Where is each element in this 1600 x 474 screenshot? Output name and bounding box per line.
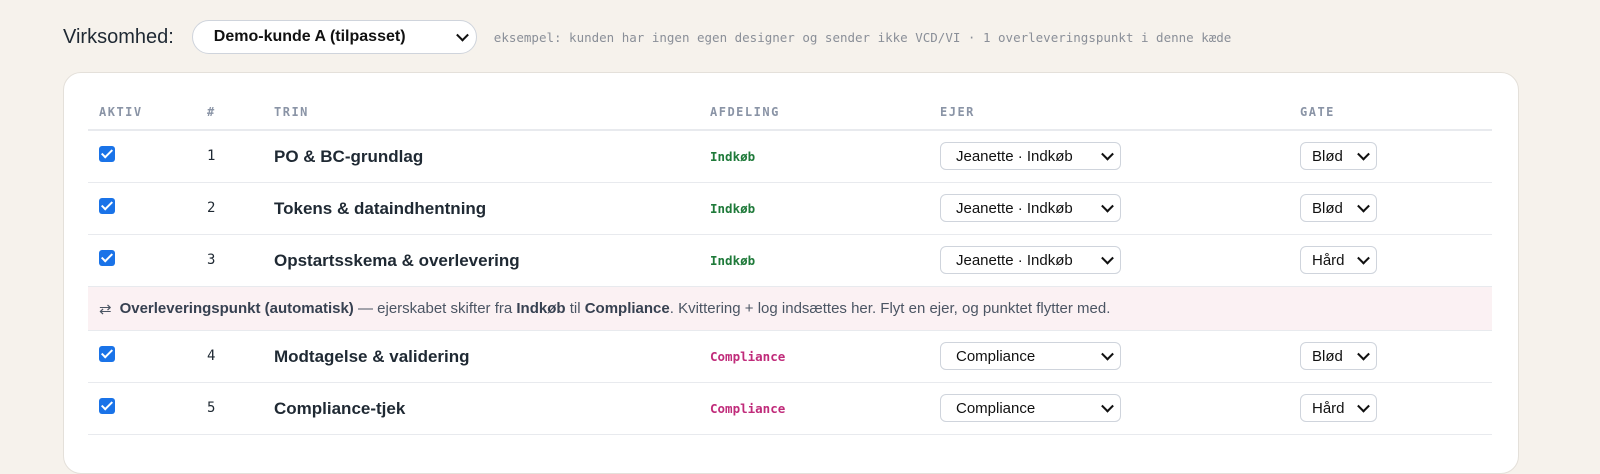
table-row: 4 Modtagelse & validering Compliance Com…	[88, 331, 1492, 383]
owner-select[interactable]: Jeanette · Indkøb	[940, 246, 1121, 274]
step-number: 3	[207, 252, 216, 268]
owner-select-value: Compliance	[956, 347, 1036, 365]
chevron-down-icon	[455, 28, 469, 42]
gate-select-value: Blød	[1312, 199, 1343, 217]
handoff-text-3: . Kvittering + log indsættes her. Flyt e…	[669, 300, 1111, 317]
handoff-from: Indkøb	[516, 300, 566, 317]
active-checkbox[interactable]	[99, 346, 115, 362]
table-row: 2 Tokens & dataindhentning Indkøb Jeanet…	[88, 183, 1492, 235]
owner-select[interactable]: Jeanette · Indkøb	[940, 194, 1121, 222]
active-checkbox[interactable]	[99, 198, 115, 214]
table-row: 1 PO & BC-grundlag Indkøb Jeanette · Ind…	[88, 131, 1492, 183]
company-select[interactable]: Demo-kunde A (tilpasset)	[191, 20, 477, 54]
gate-select[interactable]: Blød	[1300, 194, 1377, 222]
gate-select-value: Blød	[1312, 347, 1343, 365]
step-number: 4	[207, 348, 216, 364]
header-owner: EJER	[940, 105, 975, 119]
header-step: TRIN	[274, 105, 309, 119]
owner-select-value: Compliance	[956, 399, 1036, 417]
chevron-down-icon	[1357, 347, 1370, 361]
department-tag: Indkøb	[710, 201, 756, 216]
gate-select-value: Blød	[1312, 147, 1343, 165]
table-header: AKTIV # TRIN AFDELING EJER GATE	[88, 73, 1492, 131]
gate-select-value: Hård	[1312, 399, 1345, 417]
table-row: 5 Compliance-tjek Compliance Compliance …	[88, 383, 1492, 435]
company-hint: eksempel: kunden har ingen egen designer…	[493, 29, 1232, 45]
header-gate: GATE	[1300, 105, 1335, 119]
handoff-point-row: ⇄ Overleveringspunkt (automatisk) — ejer…	[88, 287, 1492, 331]
department-tag: Indkøb	[710, 149, 756, 164]
step-number: 1	[207, 148, 216, 164]
active-checkbox[interactable]	[99, 146, 115, 162]
header-active: AKTIV	[99, 105, 143, 119]
chevron-down-icon	[1101, 147, 1114, 161]
step-name: Opstartsskema & overlevering	[274, 251, 520, 270]
company-select-value: Demo-kunde A (tilpasset)	[213, 28, 406, 45]
handoff-title: Overleveringspunkt (automatisk)	[119, 300, 354, 317]
step-name: Compliance-tjek	[274, 399, 406, 418]
header-num: #	[207, 105, 216, 119]
chevron-down-icon	[1101, 251, 1114, 265]
handoff-description: Overleveringspunkt (automatisk) — ejersk…	[120, 300, 1111, 317]
active-checkbox[interactable]	[99, 250, 115, 266]
chevron-down-icon	[1357, 251, 1370, 265]
department-tag: Compliance	[710, 349, 786, 364]
chevron-down-icon	[1357, 147, 1370, 161]
handoff-to: Compliance	[584, 300, 670, 317]
step-name: PO & BC-grundlag	[274, 147, 424, 166]
table-row: 3 Opstartsskema & overlevering Indkøb Je…	[88, 235, 1492, 287]
header-department: AFDELING	[710, 105, 780, 119]
chevron-down-icon	[1357, 399, 1370, 413]
owner-select-value: Jeanette · Indkøb	[956, 147, 1073, 165]
company-label: Virksomhed:	[63, 25, 174, 48]
chevron-down-icon	[1101, 347, 1114, 361]
gate-select[interactable]: Hård	[1300, 394, 1377, 422]
owner-select[interactable]: Compliance	[940, 394, 1121, 422]
steps-table: AKTIV # TRIN AFDELING EJER GATE 1 PO & B…	[88, 73, 1492, 435]
handoff-text-1: — ejerskabet skifter fra	[353, 300, 517, 317]
gate-select[interactable]: Blød	[1300, 342, 1377, 370]
chevron-down-icon	[1101, 399, 1114, 413]
step-name: Tokens & dataindhentning	[274, 199, 487, 218]
owner-select-value: Jeanette · Indkøb	[956, 199, 1073, 217]
chevron-down-icon	[1101, 199, 1114, 213]
active-checkbox[interactable]	[99, 398, 115, 414]
owner-select[interactable]: Compliance	[940, 342, 1121, 370]
chevron-down-icon	[1357, 199, 1370, 213]
department-tag: Indkøb	[710, 253, 756, 268]
owner-select[interactable]: Jeanette · Indkøb	[940, 142, 1121, 170]
steps-card: AKTIV # TRIN AFDELING EJER GATE 1 PO & B…	[63, 72, 1519, 474]
gate-select-value: Hård	[1312, 251, 1345, 269]
owner-select-value: Jeanette · Indkøb	[956, 251, 1073, 269]
handoff-text-2: til	[565, 300, 585, 317]
swap-arrows-icon: ⇄	[99, 300, 112, 318]
step-number: 2	[207, 200, 216, 216]
department-tag: Compliance	[710, 401, 786, 416]
step-number: 5	[207, 400, 216, 416]
step-name: Modtagelse & validering	[274, 347, 470, 366]
gate-select[interactable]: Blød	[1300, 142, 1377, 170]
gate-select[interactable]: Hård	[1300, 246, 1377, 274]
toolbar: Virksomhed: Demo-kunde A (tilpasset) eks…	[63, 20, 1231, 54]
